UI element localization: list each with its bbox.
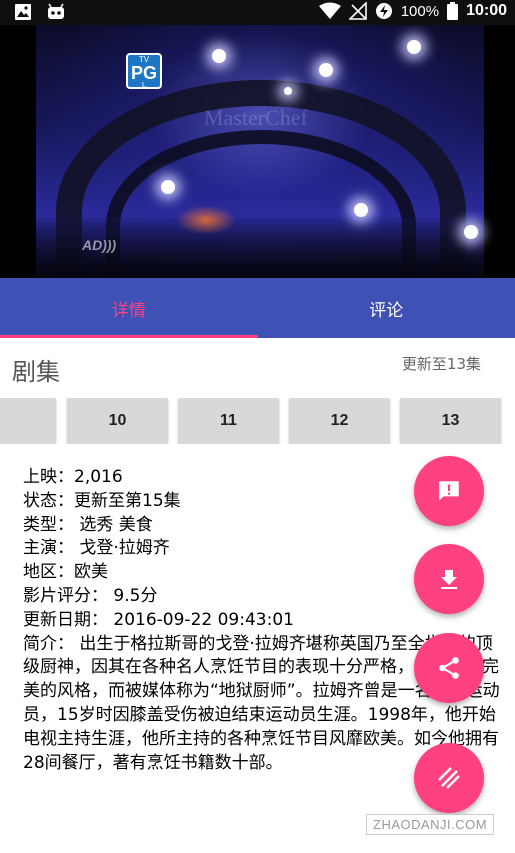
stage-fire-glow bbox=[176, 205, 236, 235]
episodes-title: 剧集 bbox=[12, 358, 60, 386]
feedback-icon bbox=[439, 481, 459, 501]
feedback-button[interactable] bbox=[414, 456, 484, 526]
episode-button[interactable] bbox=[0, 398, 56, 444]
data-saver-icon bbox=[375, 3, 392, 19]
menu-button[interactable] bbox=[414, 743, 484, 813]
show-logo: MasterChef bbox=[204, 105, 308, 130]
tab-comments-label: 评论 bbox=[369, 300, 404, 321]
share-button[interactable] bbox=[414, 633, 484, 703]
stage-light bbox=[464, 225, 478, 239]
episode-button[interactable]: 12 bbox=[289, 398, 390, 444]
tab-details-label: 详情 bbox=[111, 300, 146, 321]
menu-lines-icon bbox=[438, 767, 460, 789]
stage-light bbox=[212, 49, 226, 63]
stage-light bbox=[284, 87, 292, 95]
audio-description-mark: AD))) bbox=[82, 237, 117, 253]
tab-details[interactable]: 详情 bbox=[0, 278, 258, 338]
update-date-info: 更新日期： 2016-09-22 09:43:01 bbox=[23, 609, 294, 630]
episodes-update-text: 更新至13集 bbox=[401, 355, 481, 373]
episode-button[interactable]: 13 bbox=[400, 398, 501, 444]
tab-comments[interactable]: 评论 bbox=[258, 278, 515, 338]
battery-percentage: 100% bbox=[400, 2, 440, 20]
stage-light bbox=[161, 180, 175, 194]
no-signal-icon bbox=[348, 2, 367, 20]
download-button[interactable] bbox=[414, 544, 484, 614]
wifi-icon bbox=[318, 2, 341, 19]
android-icon bbox=[48, 3, 64, 19]
tab-indicator bbox=[0, 335, 258, 338]
clock: 10:00 bbox=[466, 2, 507, 19]
image-icon bbox=[15, 4, 31, 20]
site-watermark: ZHAODANJI.COM bbox=[366, 814, 495, 835]
download-icon bbox=[441, 570, 457, 589]
status-bar: 100% 10:00 bbox=[0, 0, 515, 25]
stage-light bbox=[319, 63, 333, 77]
tab-bar: 详情 评论 bbox=[0, 278, 515, 338]
video-player[interactable]: MasterChef TV PG L AD))) bbox=[0, 25, 515, 278]
stage-light bbox=[354, 203, 368, 217]
battery-icon bbox=[447, 2, 459, 20]
episode-button[interactable]: 10 bbox=[67, 398, 168, 444]
rating-badge-rating: PG bbox=[130, 63, 157, 83]
tv-rating-badge: TV PG L bbox=[126, 53, 162, 89]
episode-list[interactable]: 10 11 12 13 bbox=[0, 398, 515, 444]
stage-light bbox=[407, 40, 421, 54]
rating-badge-sub: L bbox=[142, 82, 146, 89]
episode-button[interactable]: 11 bbox=[178, 398, 279, 444]
share-icon bbox=[439, 657, 459, 679]
